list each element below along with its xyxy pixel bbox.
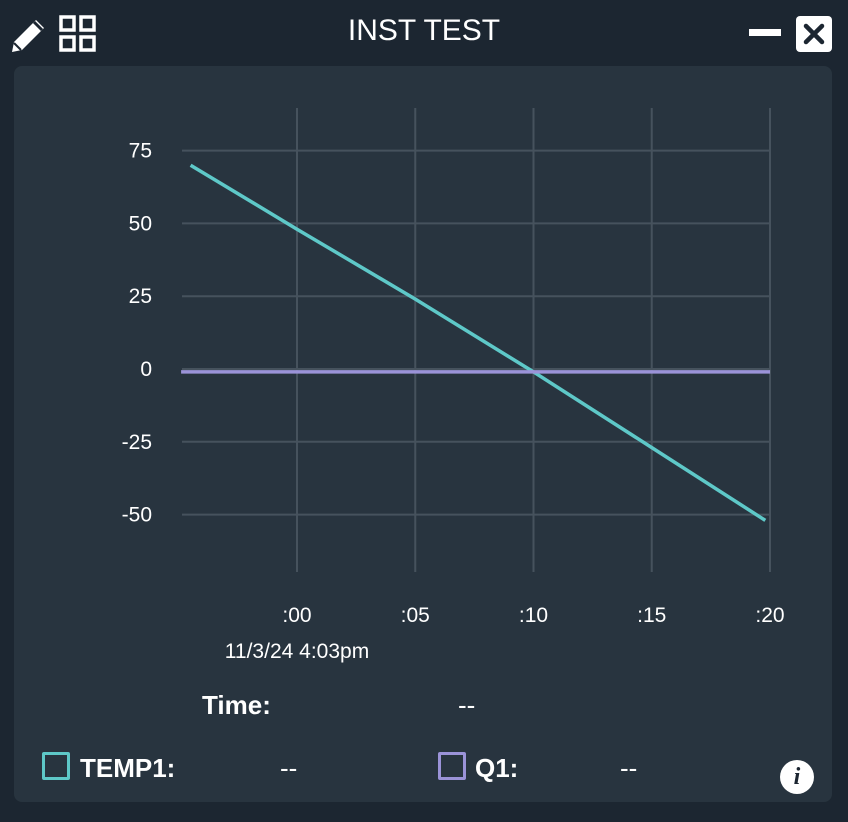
info-icon: i [793, 764, 801, 790]
x-start-label: 11/3/24 4:03pm [225, 640, 369, 663]
x-tick-label: :15 [637, 604, 666, 627]
x-tick-label: :10 [519, 604, 548, 627]
line-chart: 75 50 25 0 -25 -50 :00 :05 :10 :15 :20 11/3/24 4:03… [122, 108, 785, 663]
time-value: -- [458, 690, 476, 720]
y-tick-label: -25 [122, 431, 152, 454]
temp1-legend-toggle[interactable] [42, 752, 70, 780]
y-tick-label: -50 [122, 504, 152, 527]
q1-value: -- [620, 753, 638, 783]
series-line-temp1 [189, 163, 767, 522]
y-tick-label: 50 [129, 212, 152, 235]
q1-legend-toggle[interactable] [438, 752, 466, 780]
y-tick-label: 25 [129, 285, 152, 308]
y-tick-label: 0 [140, 358, 152, 381]
info-button[interactable]: i [780, 760, 814, 794]
x-tick-label: :00 [282, 604, 311, 627]
temp1-value: -- [280, 753, 298, 783]
y-tick-label: 75 [129, 140, 152, 163]
temp1-legend-label: TEMP1: [80, 753, 176, 783]
x-tick-label: :20 [755, 604, 784, 627]
instrument-window: INST TEST 75 50 25 0 -25 -50:00:05:10:15:20 11… [0, 0, 848, 822]
time-label: Time: [202, 690, 271, 720]
x-tick-label: :05 [401, 604, 430, 627]
q1-legend-label: Q1: [475, 753, 519, 783]
